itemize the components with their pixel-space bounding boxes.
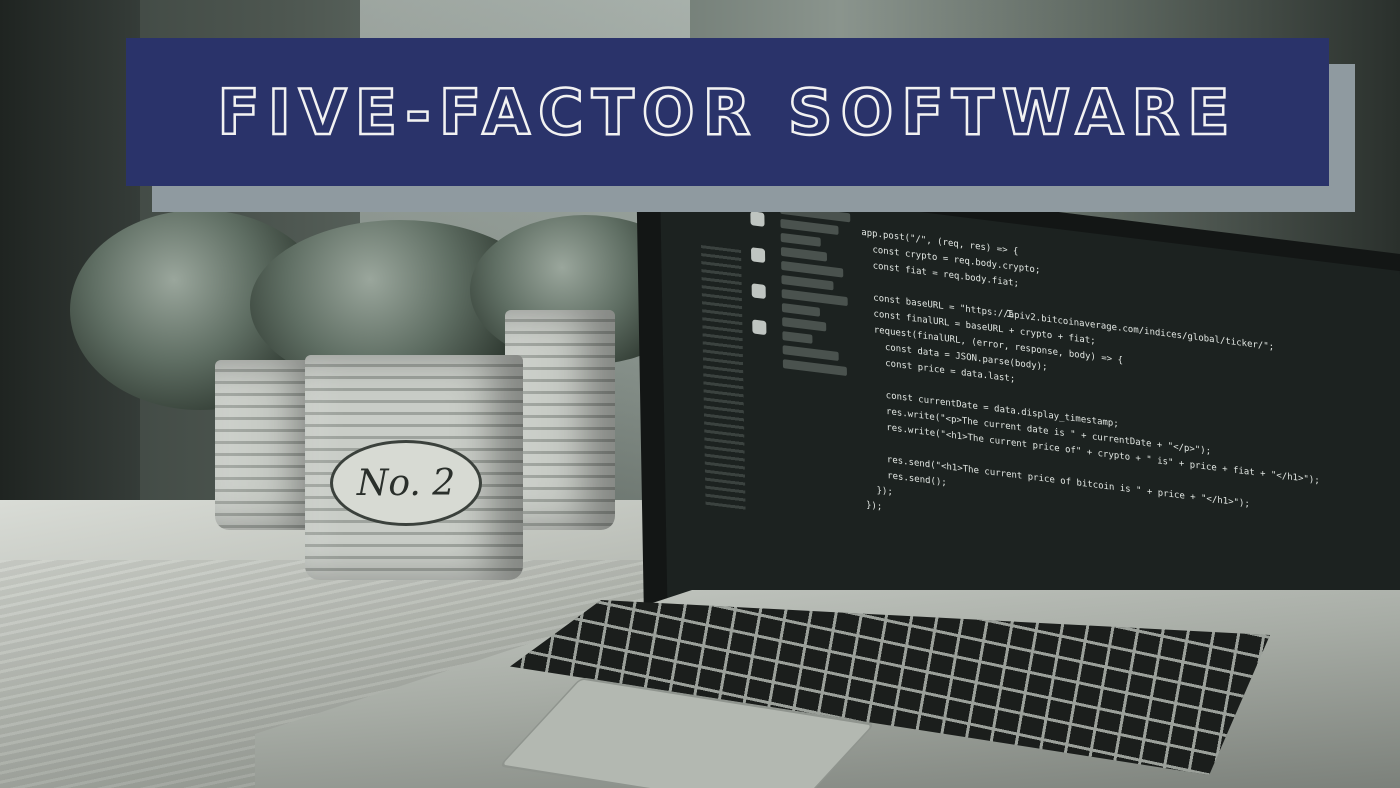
title-banner: FIVE-FACTOR SOFTWARE [126,38,1329,186]
banner-title: FIVE-FACTOR SOFTWARE [216,74,1238,150]
explorer-icon [750,211,765,227]
code-editor: app.post("/", (req, res) => { const cryp… [850,223,1375,576]
file-tree-row [781,274,834,291]
pot-label: No. 2 [330,440,482,526]
file-tree-row [781,260,844,278]
file-tree-row [780,218,839,235]
code-minimap [701,245,746,511]
file-tree-row [782,345,839,362]
file-tree-row [782,317,827,332]
git-icon [751,283,766,300]
file-tree-row [782,359,847,377]
text-cursor-icon: ⌶ [1006,306,1014,321]
file-tree-row [780,246,828,262]
file-tree-row [782,331,813,344]
editor-activity-bar [750,211,775,514]
file-tree-row [781,303,821,317]
search-icon [750,247,766,263]
pot-label-text: No. 2 [356,462,456,504]
debug-icon [752,319,767,336]
file-tree-row [780,232,821,247]
